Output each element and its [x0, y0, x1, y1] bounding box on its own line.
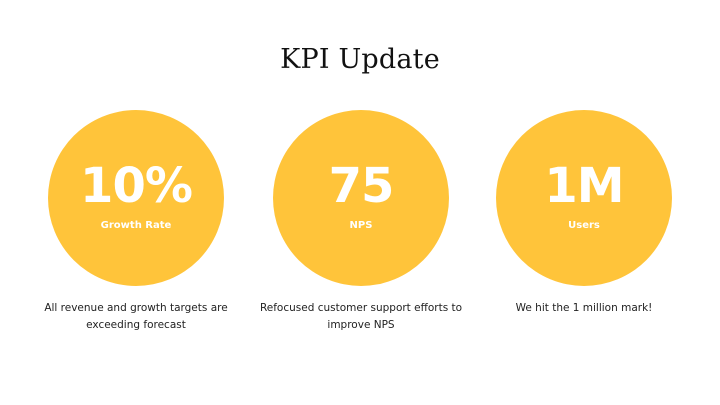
kpi-value: 10%	[80, 158, 193, 214]
kpi-growth-rate: 10% Growth Rate All revenue and growth t…	[44, 110, 228, 331]
kpi-circle: 75 NPS	[273, 110, 449, 286]
slide-title: KPI Update	[280, 44, 440, 75]
kpi-circle: 10% Growth Rate	[48, 110, 224, 286]
kpi-circle: 1M Users	[496, 110, 672, 286]
kpi-description: All revenue and growth targets are excee…	[44, 302, 228, 331]
kpi-value: 1M	[544, 158, 624, 214]
kpi-value: 75	[328, 158, 395, 214]
kpi-nps: 75 NPS Refocused customer support effort…	[260, 110, 462, 331]
kpi-label: Users	[568, 220, 600, 231]
kpi-description: Refocused customer support efforts to im…	[259, 302, 463, 331]
kpi-description: We hit the 1 million mark!	[515, 302, 653, 314]
kpi-label: NPS	[349, 220, 373, 231]
slide: KPI Update 10% Growth Rate All revenue a…	[0, 0, 720, 405]
kpi-label: Growth Rate	[100, 220, 172, 231]
kpi-users: 1M Users We hit the 1 million mark!	[496, 110, 672, 314]
